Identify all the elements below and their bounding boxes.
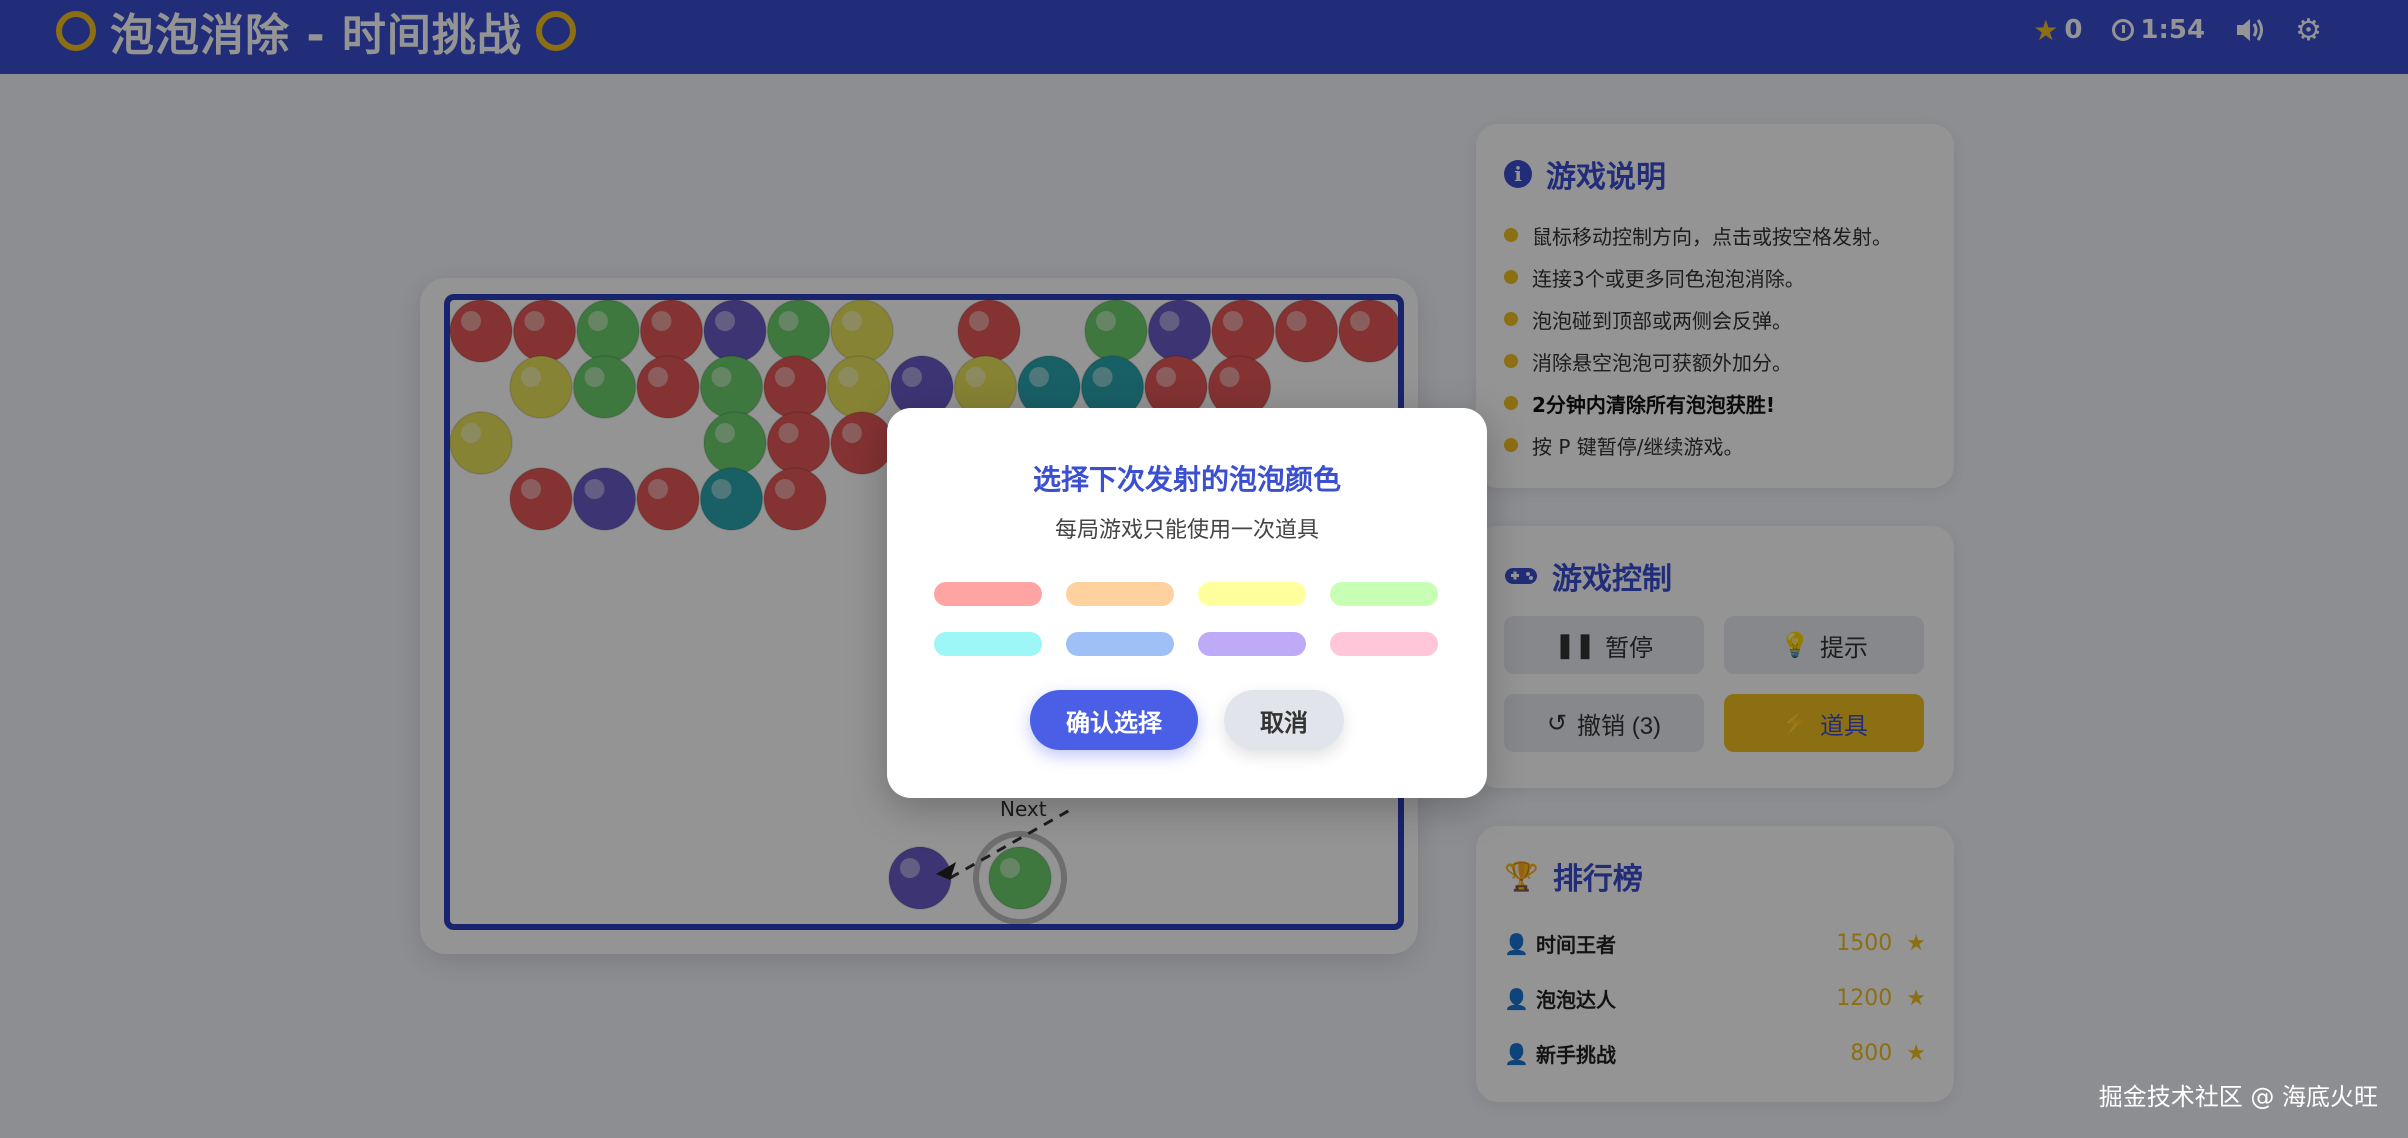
color-swatches (934, 582, 1438, 656)
modal-title: 选择下次发射的泡泡颜色 (1032, 463, 1341, 496)
color-swatch[interactable] (1330, 632, 1438, 656)
color-swatch[interactable] (934, 632, 1042, 656)
modal-actions: 确认选择 取消 (887, 690, 1487, 750)
color-picker-modal: 选择下次发射的泡泡颜色 每局游戏只能使用一次道具 确认选择 取消 (887, 408, 1487, 798)
color-swatch[interactable] (1330, 582, 1438, 606)
cancel-button[interactable]: 取消 (1224, 690, 1344, 750)
color-swatch[interactable] (1066, 582, 1174, 606)
modal-subtitle: 每局游戏只能使用一次道具 (1054, 518, 1319, 543)
color-swatch[interactable] (1198, 632, 1306, 656)
watermark: 掘金技术社区 @ 海底火旺 (2098, 1083, 2378, 1111)
confirm-button[interactable]: 确认选择 (1030, 690, 1198, 750)
color-swatch[interactable] (1066, 632, 1174, 656)
color-swatch[interactable] (1198, 582, 1306, 606)
color-swatch[interactable] (934, 582, 1042, 606)
